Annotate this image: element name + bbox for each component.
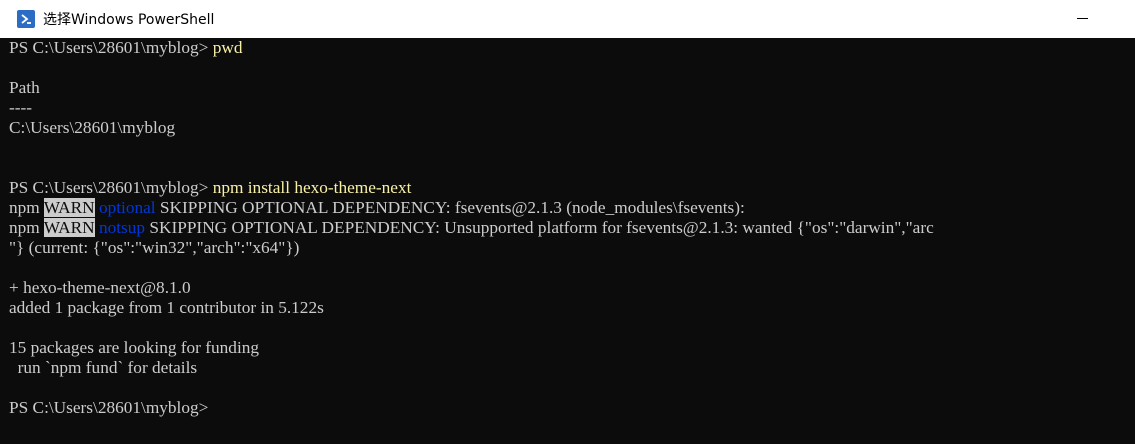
- install-result: + hexo-theme-next@8.1.0: [9, 278, 191, 297]
- npm-warning-line: npm WARN optional SKIPPING OPTIONAL DEPE…: [9, 198, 745, 218]
- minimize-icon: [1077, 18, 1088, 19]
- prompt: PS C:\Users\28601\myblog>: [9, 398, 209, 417]
- window-title: 选择Windows PowerShell: [43, 12, 215, 28]
- title-bar[interactable]: 选择Windows PowerShell: [0, 0, 1135, 38]
- path-rule: ----: [9, 98, 33, 117]
- path-value: C:\Users\28601\myblog: [9, 118, 176, 137]
- fund-hint: run `npm fund` for details: [9, 358, 198, 377]
- warn-message: SKIPPING OPTIONAL DEPENDENCY: Unsupporte…: [145, 218, 934, 237]
- command-text: pwd: [208, 38, 243, 57]
- prompt-line: PS C:\Users\28601\myblog> pwd: [9, 38, 242, 58]
- minimize-button[interactable]: [1068, 4, 1098, 34]
- terminal-output[interactable]: PS C:\Users\28601\myblog> pwd Path ---- …: [0, 38, 1135, 444]
- prompt-line: PS C:\Users\28601\myblog> npm install he…: [9, 178, 411, 198]
- funding-notice: 15 packages are looking for funding: [9, 338, 260, 357]
- npm-prefix: npm: [9, 198, 44, 217]
- powershell-icon: [17, 10, 35, 28]
- warn-code: notsup: [94, 218, 146, 237]
- prompt-line: PS C:\Users\28601\myblog>: [9, 398, 208, 418]
- prompt: PS C:\Users\28601\myblog>: [9, 38, 209, 57]
- path-header: Path: [9, 78, 40, 97]
- command-text: npm install hexo-theme-next: [208, 178, 412, 197]
- warn-message: SKIPPING OPTIONAL DEPENDENCY: fsevents@2…: [155, 198, 745, 217]
- warn-badge: WARN: [43, 218, 95, 237]
- warn-badge: WARN: [43, 198, 95, 217]
- powershell-window: 选择Windows PowerShell PS C:\Users\28601\m…: [0, 0, 1135, 444]
- warn-continuation: "} (current: {"os":"win32","arch":"x64"}…: [9, 238, 300, 257]
- npm-warning-line: npm WARN notsup SKIPPING OPTIONAL DEPEND…: [9, 218, 934, 238]
- npm-prefix: npm: [9, 218, 44, 237]
- added-summary: added 1 package from 1 contributor in 5.…: [9, 298, 324, 317]
- warn-code: optional: [94, 198, 156, 217]
- prompt: PS C:\Users\28601\myblog>: [9, 178, 209, 197]
